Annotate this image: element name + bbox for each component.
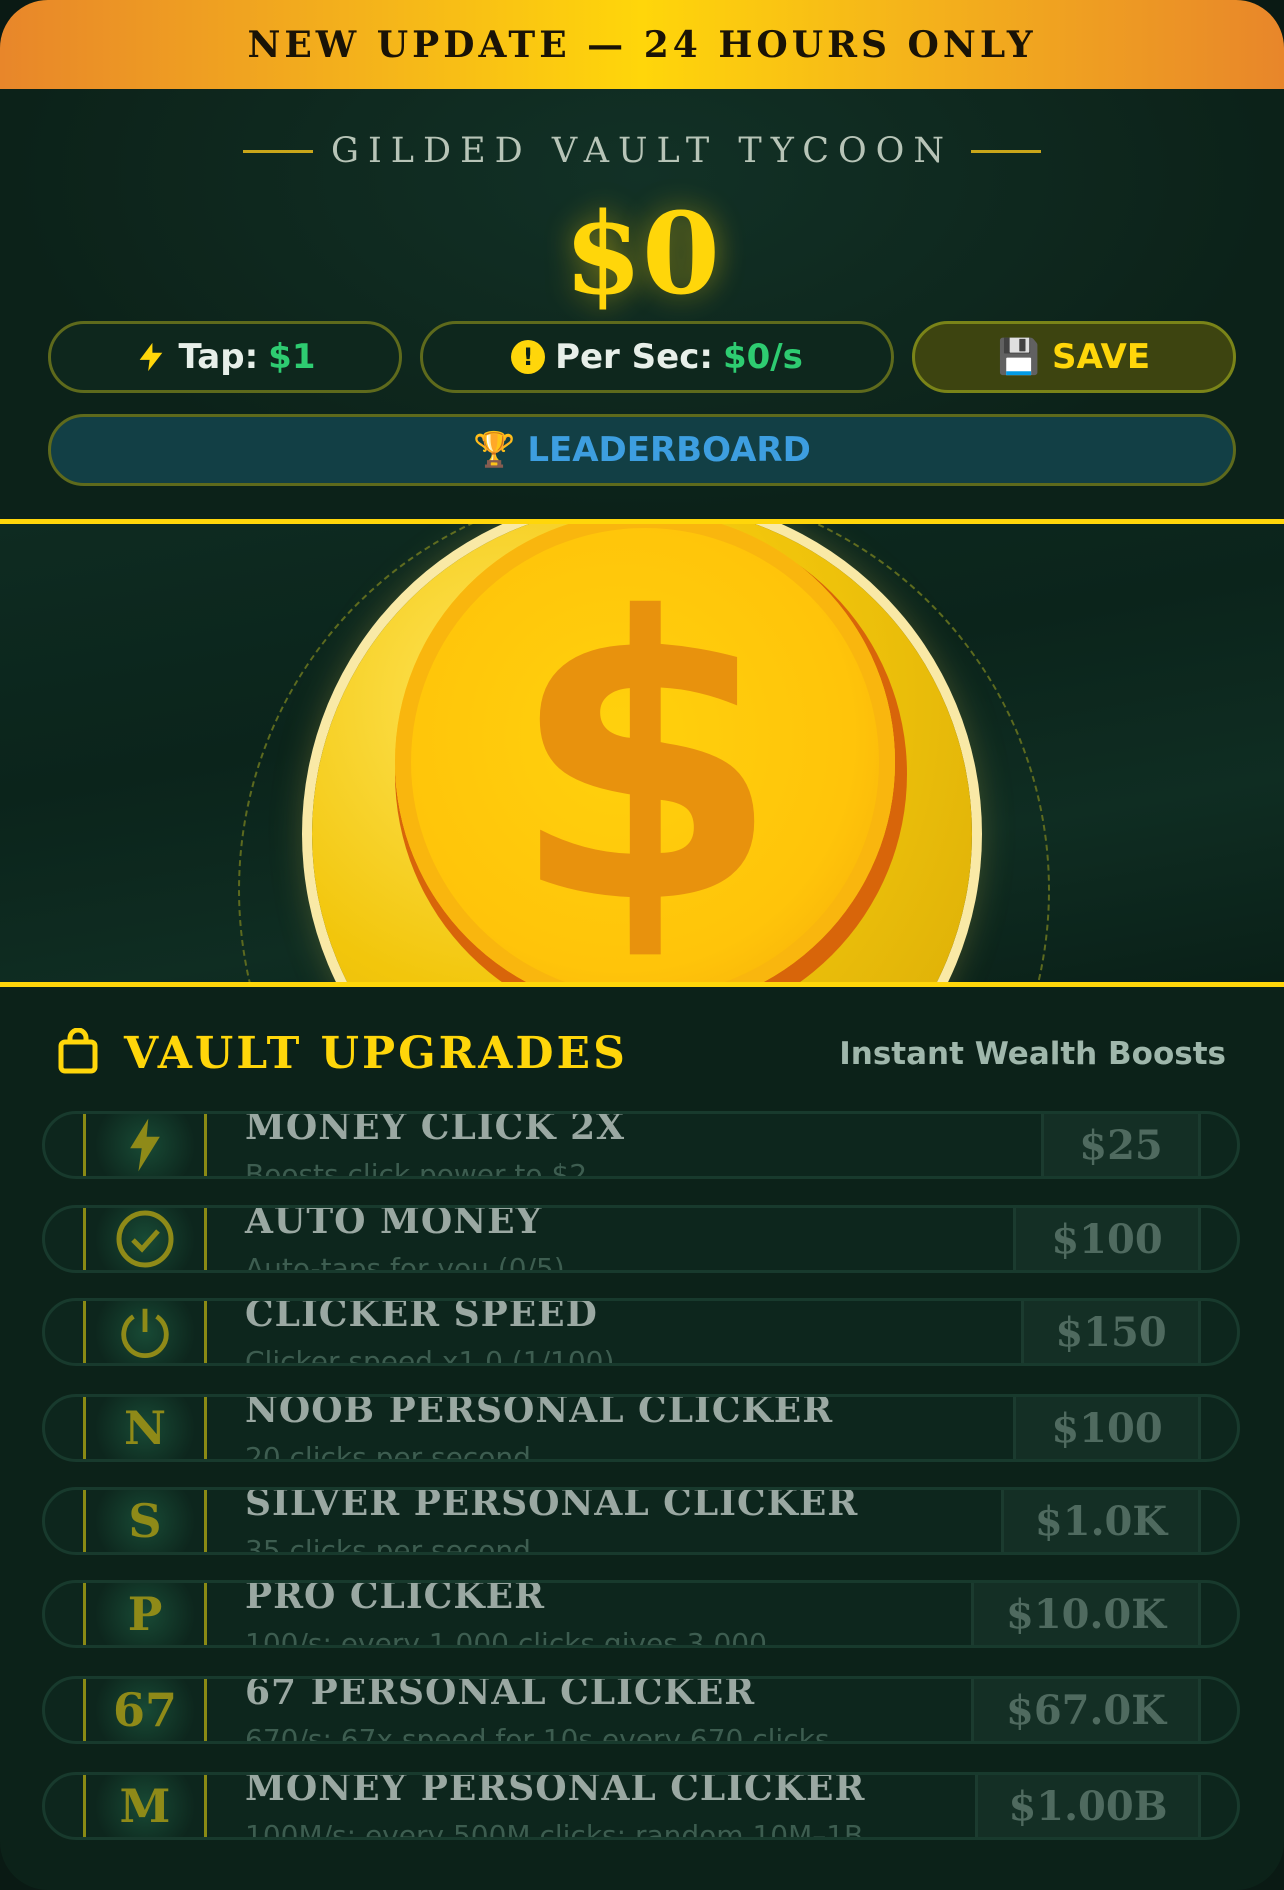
letter-s-icon: S [83,1490,207,1552]
upgrade-name: NOOB PERSONAL CLICKER [245,1394,834,1431]
letter-n-icon: N [83,1397,207,1459]
check-circle-icon [83,1208,207,1270]
upgrade-money-clicker[interactable]: M MONEY PERSONAL CLICKER 100M/s; every 5… [42,1772,1240,1840]
save-button[interactable]: 💾 SAVE [912,321,1236,393]
upgrade-silver-clicker[interactable]: S SILVER PERSONAL CLICKER 35 clicks per … [42,1487,1240,1555]
shopping-bag-icon [58,1028,98,1074]
upgrade-price-button[interactable]: $25 [1041,1114,1201,1176]
upgrade-desc: 100M/s; every 500M clicks: random 10M–1B [245,1819,864,1840]
upgrade-auto-money[interactable]: AUTO MONEY Auto-taps for you (0/5) $100 [42,1205,1240,1273]
upgrade-name: 67 PERSONAL CLICKER [245,1676,756,1713]
per-second-stat: ! Per Sec: $0/s [420,321,894,393]
upgrade-name: AUTO MONEY [245,1205,543,1242]
per-sec-value: $0/s [722,337,803,377]
coin-area: $ [0,519,1284,987]
upgrade-noob-clicker[interactable]: N NOOB PERSONAL CLICKER 20 clicks per se… [42,1394,1240,1462]
title-rule-right [970,149,1041,153]
upgrade-price-button[interactable]: $10.0K [971,1583,1201,1645]
upgrades-title: VAULT UPGRADES [124,1028,628,1079]
upgrade-price-button[interactable]: $67.0K [971,1679,1201,1741]
power-icon [83,1301,207,1363]
upgrade-desc: 35 clicks per second [245,1534,531,1555]
number-67-icon: 67 [83,1679,207,1741]
per-sec-label: Per Sec: [555,337,713,377]
tap-value: $1 [268,337,316,377]
bolt-icon [140,342,163,372]
upgrade-price-button[interactable]: $100 [1013,1208,1201,1270]
banner-text: NEW UPDATE — 24 HOURS ONLY [247,23,1037,66]
game-title-text: GILDED VAULT TYCOON [331,131,953,171]
upgrades-subtitle: Instant Wealth Boosts [839,1036,1226,1072]
save-label: 💾 SAVE [997,337,1151,377]
upgrade-price-button[interactable]: $150 [1021,1301,1201,1363]
upgrade-desc: Boosts click power to $2 [245,1158,588,1179]
upgrade-pro-clicker[interactable]: P PRO CLICKER 100/s; every 1,000 clicks … [42,1580,1240,1648]
upgrade-price-button[interactable]: $100 [1013,1397,1201,1459]
upgrade-desc: 670/s; 67x speed for 10s every 670 click… [245,1723,830,1744]
upgrade-desc: 20 clicks per second [245,1441,531,1462]
bolt-icon [83,1114,207,1176]
upgrade-name: MONEY CLICK 2X [245,1111,626,1148]
money-counter: $0 [564,189,720,320]
upgrade-name: MONEY PERSONAL CLICKER [245,1772,866,1809]
upgrade-name: CLICKER SPEED [245,1298,598,1335]
upgrade-name: SILVER PERSONAL CLICKER [245,1487,859,1524]
upgrade-clicker-speed[interactable]: CLICKER SPEED Clicker speed x1.0 (1/100)… [42,1298,1240,1366]
tap-power-stat: Tap: $1 [48,321,402,393]
upgrades-header: VAULT UPGRADES Instant Wealth Boosts [0,1010,1284,1100]
game-title: GILDED VAULT TYCOON [0,131,1284,171]
leaderboard-button[interactable]: 🏆 LEADERBOARD [48,414,1236,486]
letter-m-icon: M [83,1775,207,1837]
update-banner: NEW UPDATE — 24 HOURS ONLY [0,0,1284,89]
upgrade-money-click[interactable]: MONEY CLICK 2X Boosts click power to $2 … [42,1111,1240,1179]
letter-p-icon: P [83,1583,207,1645]
tap-label: Tap: [178,337,259,377]
info-icon: ! [511,340,546,374]
upgrade-price-button[interactable]: $1.0K [1001,1490,1201,1552]
upgrade-name: PRO CLICKER [245,1580,545,1617]
title-rule-left [243,149,313,153]
header: GILDED VAULT TYCOON $0 Tap: $1 ! Per Sec… [0,89,1284,519]
upgrade-price-button[interactable]: $1.00B [975,1775,1201,1837]
upgrade-desc: Auto-taps for you (0/5) [245,1252,565,1273]
upgrade-67-clicker[interactable]: 67 67 PERSONAL CLICKER 670/s; 67x speed … [42,1676,1240,1744]
app: NEW UPDATE — 24 HOURS ONLY GILDED VAULT … [0,0,1284,1890]
dollar-sign-icon[interactable]: $ [395,524,895,982]
upgrade-desc: Clicker speed x1.0 (1/100) [245,1345,615,1366]
upgrade-desc: 100/s; every 1,000 clicks gives 3,000 [245,1627,767,1648]
leaderboard-label: 🏆 LEADERBOARD [473,430,811,470]
